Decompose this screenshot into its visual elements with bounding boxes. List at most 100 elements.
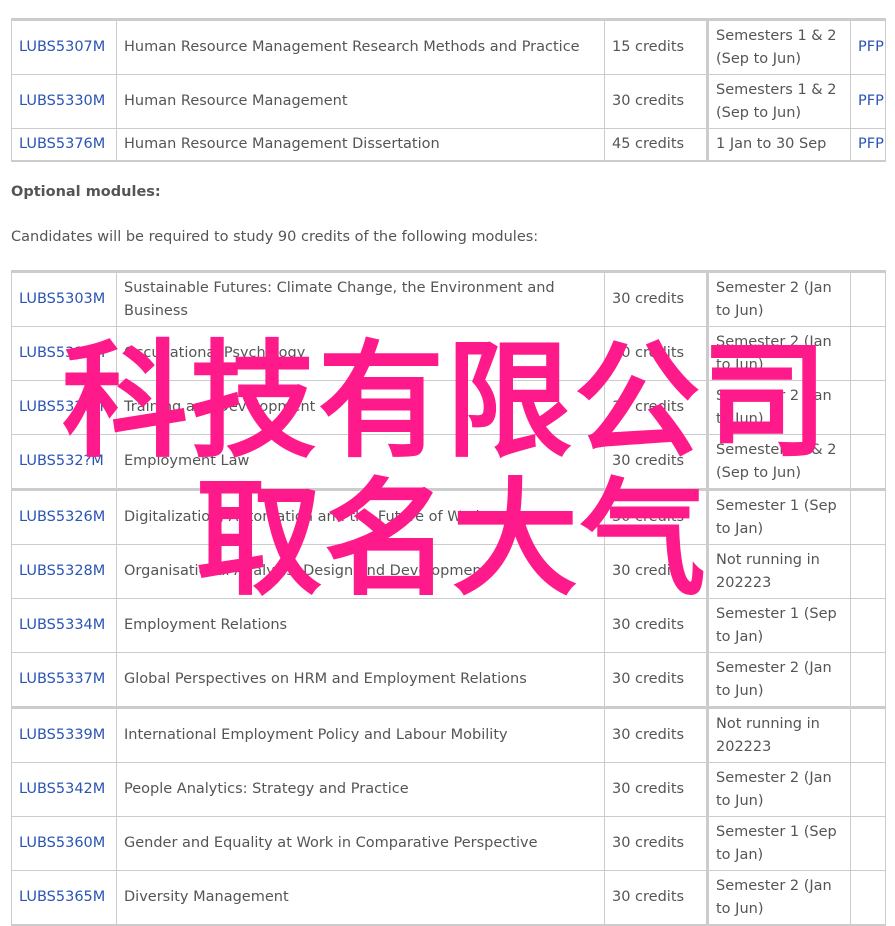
module-semester: Not running in 202223 [716, 552, 820, 591]
module-code-link[interactable]: LUBS5342M [19, 781, 105, 797]
module-credits: 30 credits [612, 617, 685, 634]
module-pfp-cell [850, 544, 886, 599]
module-pfp-cell [850, 380, 886, 435]
module-pfp-cell [850, 816, 886, 871]
module-semester: Not running in 202223 [716, 716, 820, 755]
module-semester: Semester 1 (Sep to Jan) [716, 824, 837, 863]
module-title: Digitalization, Automation and the Futur… [124, 509, 484, 526]
module-code-cell: LUBS5307M [11, 19, 117, 75]
module-title-cell: Sustainable Futures: Climate Change, the… [116, 271, 605, 327]
module-semester-cell: Semester 2 (Jan to Jun) [706, 326, 851, 381]
module-code-cell: LUBS5342M [11, 762, 117, 817]
module-pfp-cell [850, 434, 886, 490]
module-pfp-cell [850, 598, 886, 653]
module-code-link[interactable]: LUBS5326M [19, 509, 105, 525]
module-credits-cell: 30 credits [604, 870, 708, 926]
module-semester: Semester 1 (Sep to Jan) [716, 606, 837, 645]
optional-modules-heading: Optional modules: [11, 184, 161, 200]
module-pfp-cell [850, 271, 886, 327]
module-semester-cell: Not running in 202223 [706, 544, 851, 599]
module-pfp-cell [850, 326, 886, 381]
optional-modules-section: LUBS5303M Sustainable Futures: Climate Ch… [11, 270, 886, 926]
module-title: Training and Development [124, 399, 316, 416]
module-title: Diversity Management [124, 889, 289, 906]
module-pfp-link[interactable]: PFP [858, 93, 884, 109]
module-title: Employment Law [124, 453, 250, 470]
module-pfp-cell: PFP [850, 128, 886, 162]
module-semester: Semester 2 (Jan to Jun) [716, 660, 832, 699]
module-credits: 30 credits [612, 291, 685, 308]
module-code-link[interactable]: LUBS532?M [19, 399, 104, 415]
module-code-cell: LUBS5303M [11, 271, 117, 327]
module-credits-cell: 30 credits [604, 762, 708, 817]
module-title-cell: Employment Law [116, 434, 605, 490]
module-semester: Semester 2 (Jan to Jun) [716, 334, 832, 373]
module-credits: 30 credits [612, 399, 685, 416]
module-semester: 1 Jan to 30 Sep [716, 136, 827, 152]
module-title: Human Resource Management Dissertation [124, 136, 440, 152]
module-credits-cell: 30 credits [604, 380, 708, 435]
module-code-link[interactable]: LUBS5328M [19, 563, 105, 579]
module-semester-cell: Semesters 1 & 2 (Sep to Jun) [706, 434, 851, 490]
module-row: LUBS532?M Employment Law 30 credits Semeste… [11, 434, 886, 490]
module-pfp-link[interactable]: PFP [858, 39, 884, 55]
module-credits-cell: 30 credits [604, 74, 708, 129]
module-code-cell: LUBS5360M [11, 816, 117, 871]
module-code-link[interactable]: LUBS5330M [19, 93, 105, 109]
module-row: LUBS5339M International Employment Policy… [11, 706, 886, 763]
module-code-link[interactable]: LUBS5315M [19, 345, 105, 361]
module-credits-cell: 30 credits [604, 706, 708, 763]
module-title: Sustainable Futures: Climate Change, the… [124, 280, 555, 319]
module-code-link[interactable]: LUBS5376M [19, 136, 105, 152]
module-credits: 30 credits [612, 563, 685, 580]
module-code-link[interactable]: LUBS5307M [19, 39, 105, 55]
module-code-link[interactable]: LUBS5360M [19, 835, 105, 851]
module-code-link[interactable]: LUBS532?M [19, 453, 104, 469]
module-title: People Analytics: Strategy and Practice [124, 781, 409, 798]
module-title-cell: Human Resource Management [116, 74, 605, 129]
module-title: Global Perspectives on HRM and Employmen… [124, 671, 527, 688]
module-semester-cell: Semester 2 (Jan to Jun) [706, 652, 851, 708]
module-title-cell: Employment Relations [116, 598, 605, 653]
module-title-cell: Training and Development [116, 380, 605, 435]
module-code-link[interactable]: LUBS5365M [19, 889, 105, 905]
module-code-link[interactable]: LUBS5303M [19, 291, 105, 307]
module-semester-cell: Semesters 1 & 2 (Sep to Jun) [706, 74, 851, 129]
module-code-link[interactable]: LUBS5337M [19, 671, 105, 687]
module-title: Human Resource Management Research Metho… [124, 39, 580, 56]
module-code-cell: LUBS532?M [11, 380, 117, 435]
module-code-cell: LUBS5376M [11, 128, 117, 162]
module-semester-cell: Semester 1 (Sep to Jan) [706, 598, 851, 653]
module-title-cell: Diversity Management [116, 870, 605, 926]
module-code-cell: LUBS532?M [11, 434, 117, 490]
module-pfp-link[interactable]: PFP [858, 136, 884, 152]
module-credits-cell: 30 credits [604, 652, 708, 708]
module-code-link[interactable]: LUBS5334M [19, 617, 105, 633]
module-semester: Semester 2 (Jan to Jun) [716, 280, 832, 319]
module-code-cell: LUBS5334M [11, 598, 117, 653]
module-credits: 30 credits [612, 671, 685, 688]
module-title-cell: Global Perspectives on HRM and Employmen… [116, 652, 605, 708]
module-title-cell: People Analytics: Strategy and Practice [116, 762, 605, 817]
module-row: LUBS5307M Human Resource Management Resea… [11, 19, 886, 75]
module-row: LUBS5303M Sustainable Futures: Climate Ch… [11, 271, 886, 327]
module-credits: 30 credits [612, 781, 685, 798]
module-row: LUBS532?M Training and Development 30 cred… [11, 380, 886, 435]
optional-modules-intro: Candidates will be required to study 90 … [11, 229, 539, 245]
module-title: Human Resource Management [124, 93, 348, 110]
module-row: LUBS5360M Gender and Equality at Work in … [11, 816, 886, 871]
module-semester: Semesters 1 & 2 (Sep to Jun) [716, 28, 837, 67]
module-semester-cell: Semester 2 (Jan to Jun) [706, 762, 851, 817]
module-code-cell: LUBS5339M [11, 706, 117, 763]
module-credits: 30 credits [612, 835, 685, 852]
module-title-cell: Occupational Psychology [116, 326, 605, 381]
module-credits-cell: 30 credits [604, 326, 708, 381]
optional-modules-table: LUBS5303M Sustainable Futures: Climate Ch… [11, 270, 886, 926]
module-pfp-cell: PFP [850, 19, 886, 75]
module-code-link[interactable]: LUBS5339M [19, 727, 105, 743]
module-semester: Semesters 1 & 2 (Sep to Jun) [716, 82, 837, 121]
module-title: International Employment Policy and Labo… [124, 727, 508, 744]
module-pfp-cell [850, 762, 886, 817]
module-semester-cell: Semesters 1 & 2 (Sep to Jun) [706, 19, 851, 75]
module-title-cell: Digitalization, Automation and the Futur… [116, 488, 605, 545]
